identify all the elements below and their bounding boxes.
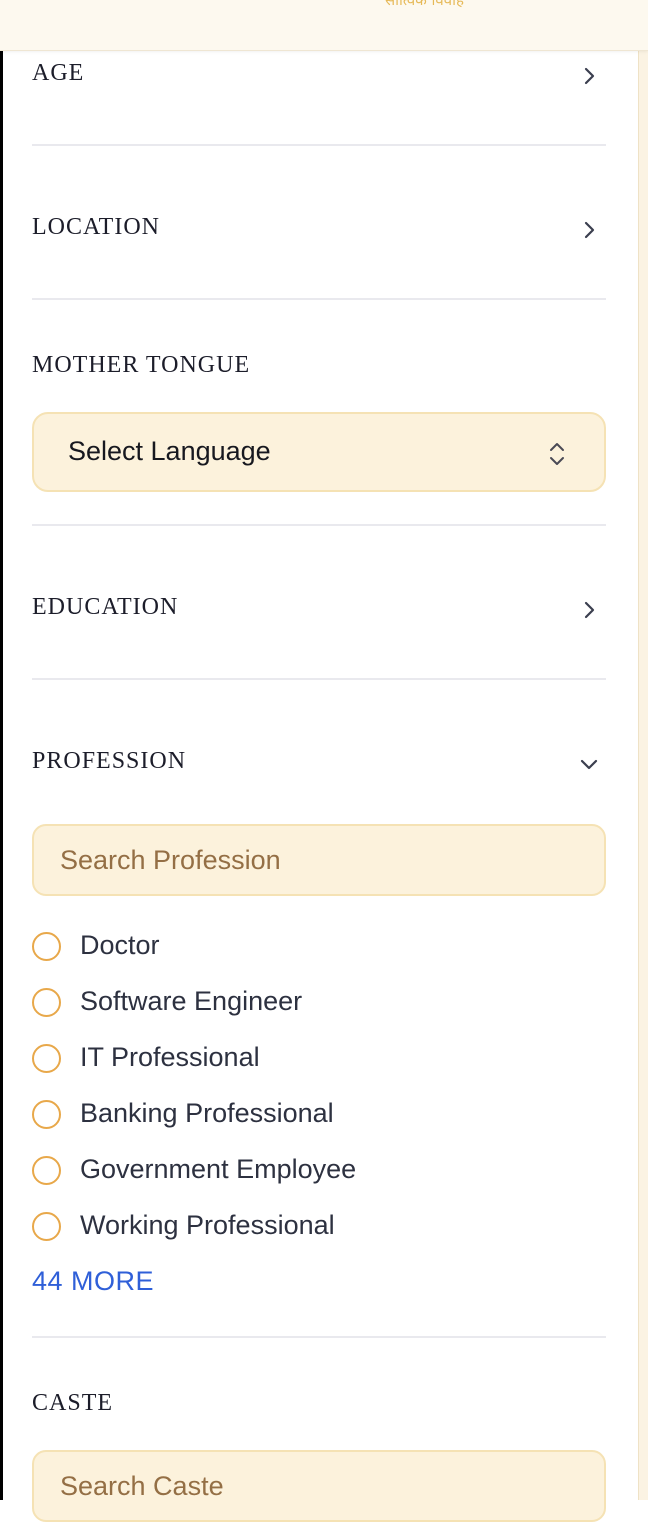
brand-logo-text: सात्विक विवाह bbox=[385, 0, 464, 9]
filter-location-title: LOCATION bbox=[32, 214, 160, 240]
profession-option-label: Doctor bbox=[80, 930, 160, 960]
filter-age-title: AGE bbox=[32, 60, 85, 86]
filter-mother-tongue-title: MOTHER TONGUE bbox=[32, 352, 251, 378]
radio-button[interactable] bbox=[32, 988, 61, 1017]
chevron-up-down-icon bbox=[550, 443, 564, 465]
radio-button[interactable] bbox=[32, 1156, 61, 1185]
language-select-value: Select Language bbox=[68, 436, 271, 466]
profession-option-label: IT Professional bbox=[80, 1042, 260, 1072]
scrollbar-track[interactable] bbox=[638, 0, 648, 1500]
profession-option[interactable]: Working Professional bbox=[32, 1208, 606, 1248]
profession-option-label: Software Engineer bbox=[80, 986, 303, 1016]
chevron-right-icon[interactable] bbox=[580, 67, 598, 85]
profession-option[interactable]: Government Employee bbox=[32, 1152, 606, 1192]
profession-option-label: Working Professional bbox=[80, 1210, 335, 1240]
profession-more-link[interactable]: 44 MORE bbox=[32, 1266, 154, 1297]
filter-education-title: EDUCATION bbox=[32, 594, 179, 620]
radio-button[interactable] bbox=[32, 1100, 61, 1129]
profession-option[interactable]: Banking Professional bbox=[32, 1096, 606, 1136]
profession-option[interactable]: IT Professional bbox=[32, 1040, 606, 1080]
profession-option-label: Banking Professional bbox=[80, 1098, 334, 1128]
divider bbox=[32, 144, 606, 146]
chevron-right-icon[interactable] bbox=[580, 221, 598, 239]
profession-option[interactable]: Doctor bbox=[32, 928, 606, 968]
profession-option-label: Government Employee bbox=[80, 1154, 357, 1184]
profession-option[interactable]: Software Engineer bbox=[32, 984, 606, 1024]
top-bar: सात्विक विवाह bbox=[0, 0, 648, 51]
chevron-down-icon[interactable] bbox=[580, 755, 598, 773]
filter-profession-title: PROFESSION bbox=[32, 748, 187, 774]
window-edge bbox=[0, 0, 3, 1500]
caste-search-input[interactable] bbox=[32, 1450, 606, 1522]
divider bbox=[32, 678, 606, 680]
filter-caste-title: CASTE bbox=[32, 1390, 114, 1416]
chevron-right-icon[interactable] bbox=[580, 601, 598, 619]
language-select[interactable]: Select Language bbox=[32, 412, 606, 492]
divider bbox=[32, 1336, 606, 1338]
profession-search-input[interactable] bbox=[32, 824, 606, 896]
divider bbox=[32, 298, 606, 300]
radio-button[interactable] bbox=[32, 1044, 61, 1073]
radio-button[interactable] bbox=[32, 932, 61, 961]
radio-button[interactable] bbox=[32, 1212, 61, 1241]
divider bbox=[32, 524, 606, 526]
